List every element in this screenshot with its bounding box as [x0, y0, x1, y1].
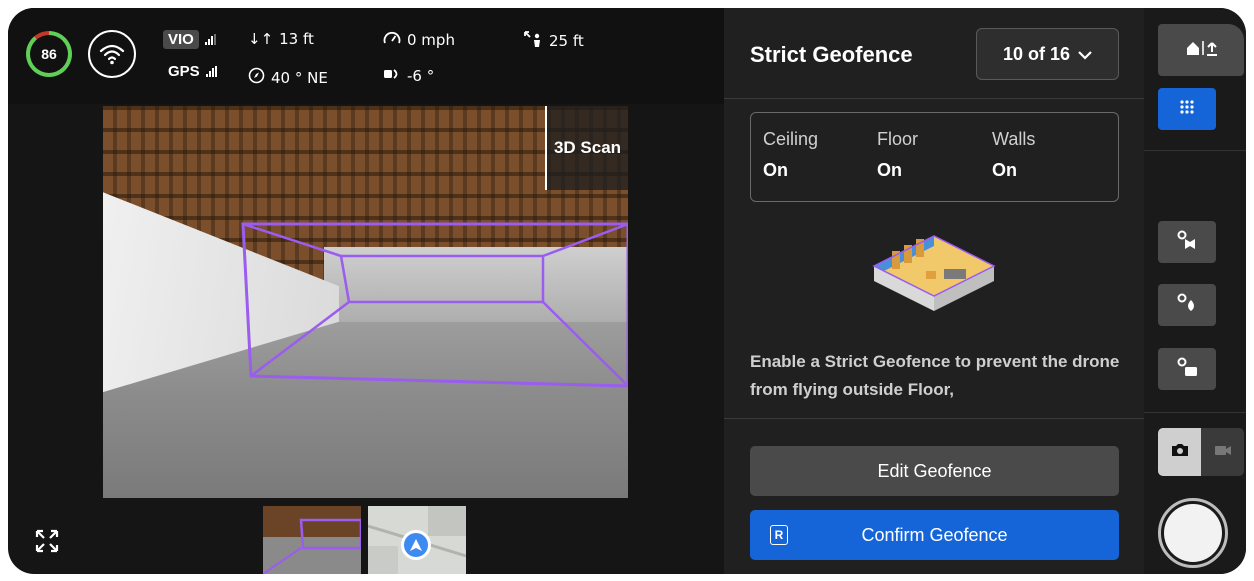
- page-selector[interactable]: 10 of 16: [976, 28, 1119, 80]
- divider: [724, 418, 1144, 419]
- altitude-value: 13 ft: [279, 30, 314, 48]
- geofence-status-box: Ceiling On Floor On Walls On: [750, 112, 1119, 202]
- vio-status: VIO: [163, 30, 216, 49]
- confirm-geofence-label: Confirm Geofence: [861, 524, 1008, 545]
- status-value: On: [877, 160, 902, 180]
- video-camera-icon: [1214, 443, 1232, 461]
- control-rail: [1144, 8, 1246, 574]
- divider: [724, 98, 1144, 99]
- gps-status: GPS: [168, 63, 217, 80]
- grid-menu-icon: [1179, 99, 1195, 120]
- divider: [1144, 150, 1246, 151]
- photo-mode-button[interactable]: [1158, 428, 1201, 476]
- distance-readout: 25 ft: [523, 30, 584, 52]
- speed-value: 0 mph: [407, 31, 455, 49]
- photo-camera-icon: [1171, 443, 1189, 462]
- gimbal-icon: [383, 67, 401, 85]
- status-value: On: [763, 160, 788, 180]
- status-label: Ceiling: [763, 129, 819, 149]
- expand-icon[interactable]: [34, 528, 60, 554]
- obstacle-settings-button[interactable]: [1158, 284, 1216, 326]
- map-thumbnail[interactable]: [368, 506, 466, 574]
- divider: [1144, 412, 1246, 413]
- drone-control-screen: 86 VIO GPS ↓↑ 13 ft 40 ° NE 0 mph -6 ° 2…: [8, 8, 1246, 574]
- wifi-icon[interactable]: [88, 30, 136, 78]
- edit-geofence-button[interactable]: Edit Geofence: [750, 446, 1119, 496]
- status-label: Walls: [992, 129, 1036, 149]
- distance-icon: [523, 30, 543, 52]
- location-pin-icon: [401, 530, 431, 560]
- page-selector-label: 10 of 16: [1002, 43, 1071, 64]
- status-ceiling: Ceiling On: [763, 129, 818, 181]
- battery-indicator: 86: [26, 31, 72, 77]
- heading-readout: 40 ° NE: [248, 67, 328, 88]
- shutter-button[interactable]: [1158, 498, 1228, 568]
- heading-value: 40 ° NE: [271, 68, 328, 87]
- telemetry-bar: 86 VIO GPS ↓↑ 13 ft 40 ° NE 0 mph -6 ° 2…: [8, 8, 724, 104]
- geofence-panel: Strict Geofence 10 of 16 Ceiling On Floo…: [724, 8, 1144, 574]
- scan-mode-label: 3D Scan: [545, 106, 628, 190]
- geofence-room-illustration: [864, 221, 1004, 326]
- grid-menu-button[interactable]: [1158, 88, 1216, 130]
- status-walls: Walls On: [992, 129, 1035, 181]
- vio-label: VIO: [163, 30, 199, 49]
- status-label: Floor: [877, 129, 919, 149]
- home-return-icon: [1184, 39, 1218, 62]
- video-mode-button[interactable]: [1201, 428, 1244, 476]
- camera-thumbnail[interactable]: [263, 506, 361, 574]
- compass-icon: [248, 67, 265, 88]
- geofence-description: Enable a Strict Geofence to prevent the …: [750, 352, 1120, 399]
- battery-level: 86: [41, 46, 57, 62]
- gimbal-value: -6 °: [407, 67, 435, 85]
- return-home-button[interactable]: [1158, 24, 1244, 76]
- r-key-icon: R: [770, 525, 788, 545]
- shutter-inner: [1164, 504, 1222, 562]
- speed-readout: 0 mph: [383, 30, 455, 50]
- gps-label: GPS: [168, 63, 200, 80]
- panel-title: Strict Geofence: [750, 42, 913, 67]
- status-floor: Floor On: [877, 129, 918, 181]
- gimbal-readout: -6 °: [383, 67, 434, 85]
- chevron-down-icon: [1078, 44, 1092, 65]
- camera-settings-button[interactable]: [1158, 348, 1216, 390]
- distance-value: 25 ft: [549, 32, 584, 50]
- gps-signal-icon: [205, 66, 217, 77]
- gear-camera-icon: [1175, 356, 1199, 383]
- confirm-geofence-button[interactable]: R Confirm Geofence: [750, 510, 1119, 560]
- map-settings-button[interactable]: [1158, 221, 1216, 263]
- gear-fire-icon: [1175, 292, 1199, 319]
- vio-signal-icon: [204, 34, 216, 45]
- gear-map-icon: [1175, 229, 1199, 256]
- capture-mode-toggle[interactable]: [1158, 428, 1244, 476]
- altitude-icon: ↓↑: [248, 30, 274, 48]
- speedometer-icon: [383, 30, 401, 50]
- status-value: On: [992, 160, 1017, 180]
- altitude-readout: ↓↑ 13 ft: [248, 30, 314, 48]
